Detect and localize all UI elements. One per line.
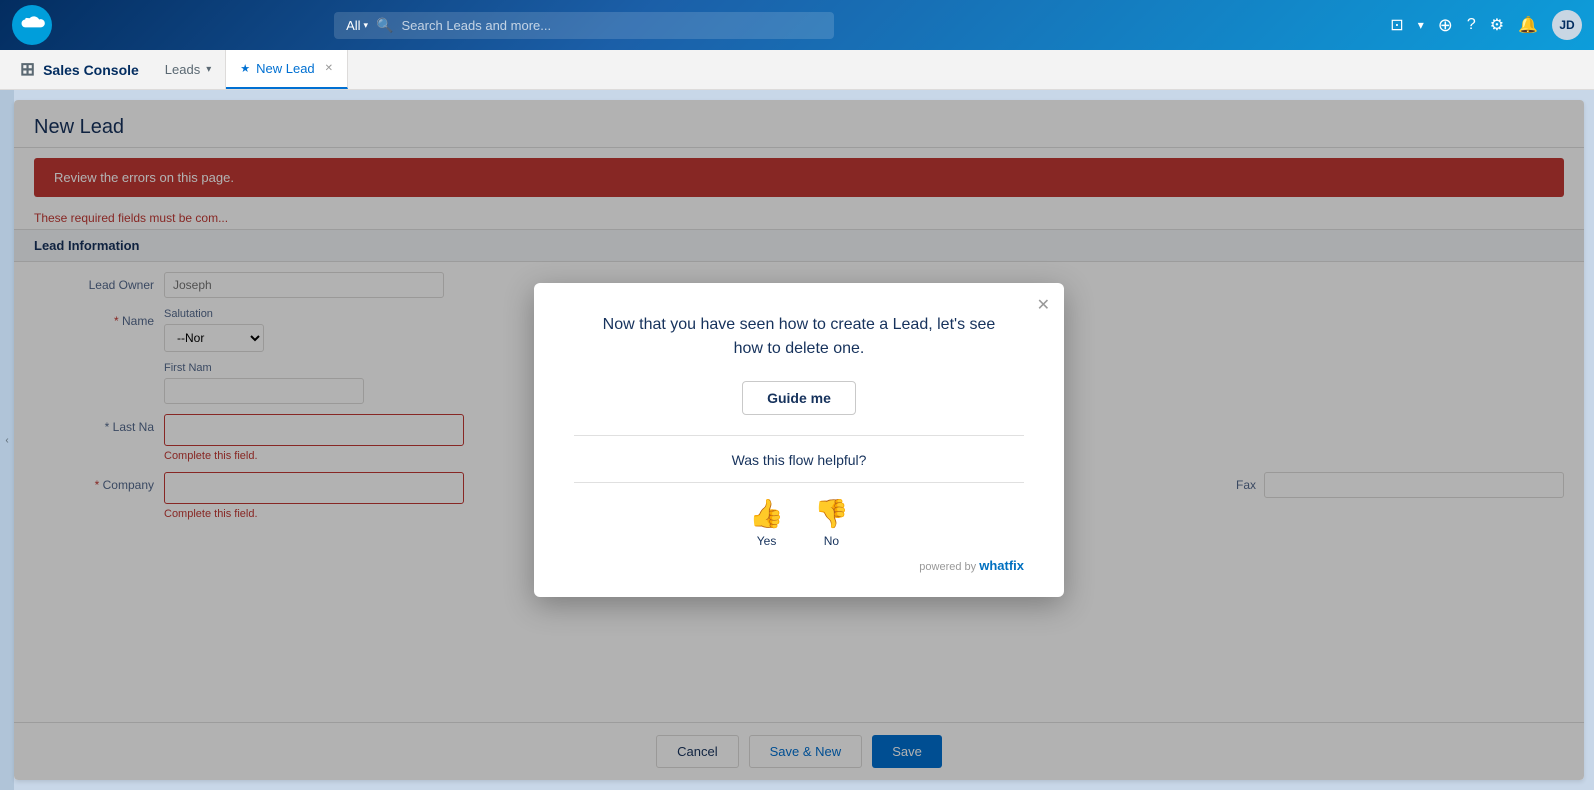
feedback-buttons: 👍 Yes 👎 No xyxy=(574,497,1024,548)
content-panel: New Lead Review the errors on this page.… xyxy=(14,100,1584,780)
search-icon: 🔍 xyxy=(376,17,393,34)
panel-toggle[interactable]: ‹ xyxy=(0,90,14,790)
thumbs-down-button[interactable]: 👎 No xyxy=(814,497,849,548)
global-search-input[interactable] xyxy=(402,18,823,33)
top-navigation: All ▾ 🔍 ⊡ ▾ ⊕ ? ⚙ 🔔 JD xyxy=(0,0,1594,50)
yes-label: Yes xyxy=(757,534,777,548)
tab-bar: ⊞ Sales Console Leads ▾ ★ New Lead ✕ xyxy=(0,50,1594,90)
recent-items-icon[interactable]: ⊡ xyxy=(1390,15,1403,35)
app-title: Sales Console xyxy=(43,62,139,78)
modal-title-text-line1: Now that you have seen how to create a L… xyxy=(603,316,996,333)
thumbs-down-icon: 👎 xyxy=(814,497,849,530)
powered-by: powered by whatfix xyxy=(574,558,1024,573)
thumbs-up-button[interactable]: 👍 Yes xyxy=(749,497,784,548)
modal-divider xyxy=(574,435,1024,436)
no-label: No xyxy=(824,534,839,548)
modal-dialog: ✕ Now that you have seen how to create a… xyxy=(534,283,1064,597)
tab-star-icon: ★ xyxy=(240,62,250,75)
chevron-down-icon: ▾ xyxy=(364,20,369,31)
add-icon[interactable]: ⊕ xyxy=(1438,15,1453,36)
notifications-icon[interactable]: 🔔 xyxy=(1518,15,1538,35)
feedback-question: Was this flow helpful? xyxy=(574,452,1024,468)
feedback-section: Was this flow helpful? 👍 Yes 👎 No xyxy=(574,452,1024,573)
tab-new-lead[interactable]: ★ New Lead ✕ xyxy=(226,50,348,89)
help-icon[interactable]: ? xyxy=(1467,16,1476,34)
tab-leads-chevron: ▾ xyxy=(206,64,211,75)
tab-close-icon[interactable]: ✕ xyxy=(325,63,333,74)
modal-title: Now that you have seen how to create a L… xyxy=(574,313,1024,361)
settings-icon[interactable]: ⚙ xyxy=(1490,15,1504,35)
modal-overlay: ✕ Now that you have seen how to create a… xyxy=(14,100,1584,780)
chevron-icon[interactable]: ▾ xyxy=(1418,18,1424,32)
modal-close-button[interactable]: ✕ xyxy=(1037,295,1050,315)
nav-icons: ⊡ ▾ ⊕ ? ⚙ 🔔 JD xyxy=(1390,10,1582,40)
powered-by-text: powered by xyxy=(919,561,976,573)
modal-title-text-line2: how to delete one. xyxy=(734,340,865,357)
app-name: ⊞ Sales Console xyxy=(8,50,151,89)
guide-me-button[interactable]: Guide me xyxy=(742,381,856,415)
feedback-divider xyxy=(574,482,1024,483)
search-all-select[interactable]: All ▾ xyxy=(346,18,368,33)
whatfix-brand: whatfix xyxy=(979,558,1024,573)
user-avatar[interactable]: JD xyxy=(1552,10,1582,40)
tab-leads[interactable]: Leads ▾ xyxy=(151,50,226,89)
main-area: ‹ New Lead Review the errors on this pag… xyxy=(0,90,1594,790)
tab-leads-label: Leads xyxy=(165,62,200,77)
grid-icon[interactable]: ⊞ xyxy=(20,59,35,80)
thumbs-up-icon: 👍 xyxy=(749,497,784,530)
tab-new-lead-label: New Lead xyxy=(256,61,315,76)
search-bar: All ▾ 🔍 xyxy=(334,12,834,39)
salesforce-logo[interactable] xyxy=(12,5,52,45)
